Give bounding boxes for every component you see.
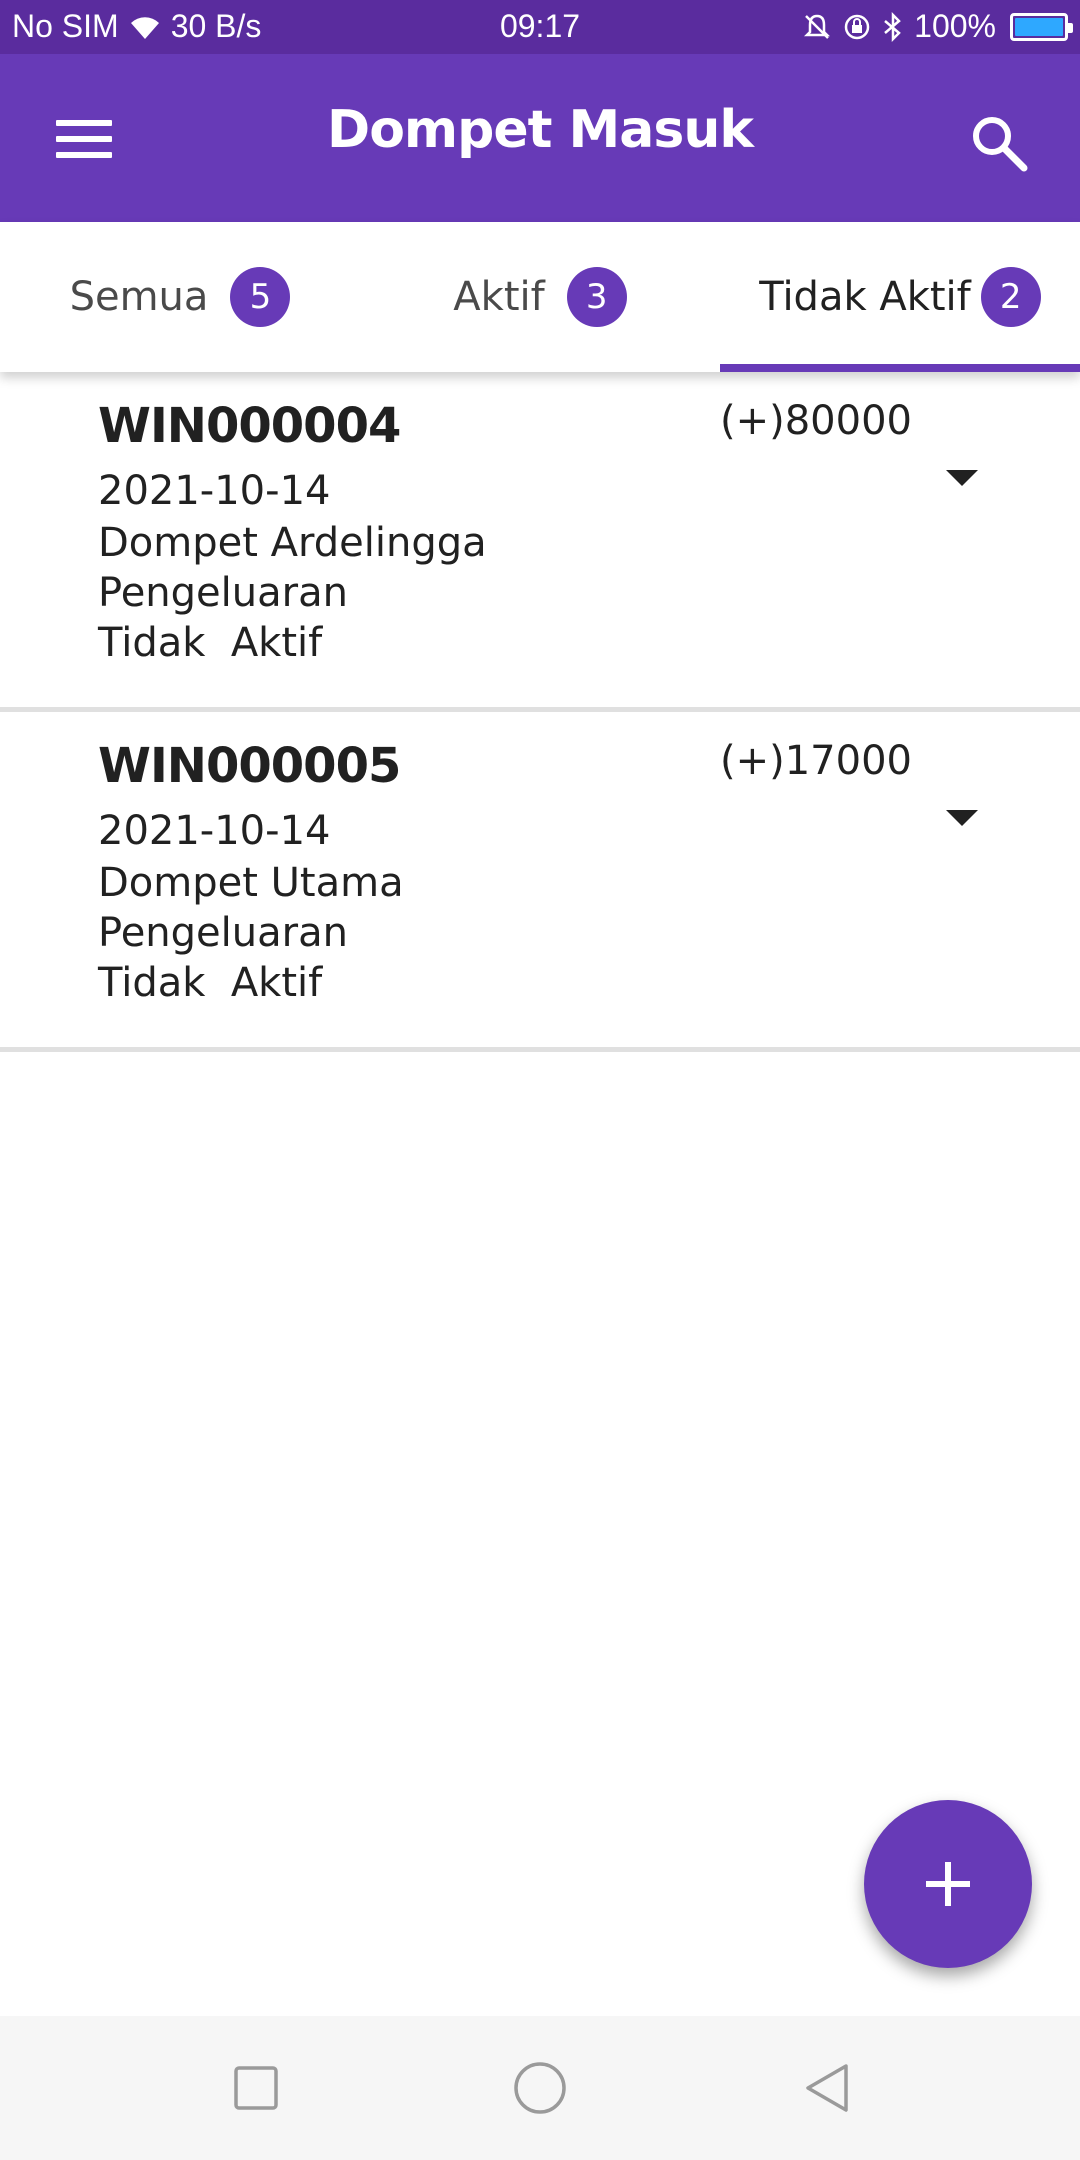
add-button[interactable]: [864, 1800, 1032, 1968]
battery-level: [1015, 17, 1063, 36]
search-icon: [973, 117, 1028, 172]
app-bar: Dompet Masuk: [0, 54, 1080, 222]
rotation-lock-icon: [844, 14, 870, 39]
home-icon: [514, 2062, 566, 2114]
tab-label: Semua: [69, 274, 209, 320]
item-type: Pengeluaran: [98, 570, 348, 616]
tab-tidak-aktif[interactable]: Tidak Aktif 2: [720, 222, 1080, 372]
tab-label: Tidak Aktif: [759, 274, 971, 320]
back-icon: [806, 2064, 848, 2112]
item-id: WIN000005: [98, 738, 401, 794]
active-tab-indicator: [720, 364, 1080, 372]
status-right: 100%: [802, 8, 1073, 45]
item-amount: (+)17000: [720, 738, 912, 784]
item-id: WIN000004: [98, 398, 401, 454]
item-wallet: Dompet Utama: [98, 860, 404, 906]
bluetooth-icon: [884, 11, 901, 42]
battery-icon: [1010, 12, 1073, 41]
expand-caret-icon[interactable]: [944, 808, 980, 828]
item-amount: (+)80000: [720, 398, 912, 444]
item-type: Pengeluaran: [98, 910, 348, 956]
recents-button[interactable]: [224, 2056, 288, 2120]
home-button[interactable]: [508, 2056, 572, 2120]
item-status: Tidak Aktif: [98, 960, 323, 1006]
tab-aktif[interactable]: Aktif 3: [360, 222, 720, 372]
wallet-list: WIN000004 2021-10-14 Dompet Ardelingga P…: [0, 372, 1080, 1052]
system-nav-bar: [0, 2016, 1080, 2160]
tab-semua[interactable]: Semua 5: [0, 222, 360, 372]
item-status: Tidak Aktif: [98, 620, 323, 666]
search-button[interactable]: [960, 104, 1040, 184]
battery-percent: 100%: [914, 8, 996, 44]
status-bar: No SIM 30 B/s 09:17 100%: [0, 0, 1080, 54]
tab-count-badge: 3: [566, 267, 627, 327]
tab-count-badge: 5: [230, 267, 291, 327]
list-item[interactable]: WIN000005 2021-10-14 Dompet Utama Pengel…: [0, 712, 1080, 1052]
page-title: Dompet Masuk: [327, 100, 754, 160]
expand-caret-icon[interactable]: [944, 468, 980, 488]
tab-label: Aktif: [453, 274, 545, 320]
tab-count-badge: 2: [980, 267, 1041, 327]
mute-bell-icon: [804, 14, 831, 39]
back-button[interactable]: [796, 2056, 860, 2120]
item-date: 2021-10-14: [98, 808, 331, 854]
list-item[interactable]: WIN000004 2021-10-14 Dompet Ardelingga P…: [0, 372, 1080, 712]
item-date: 2021-10-14: [98, 468, 331, 514]
item-wallet: Dompet Ardelingga: [98, 520, 487, 566]
recents-icon: [234, 2066, 278, 2110]
tab-bar: Semua 5 Aktif 3 Tidak Aktif 2: [0, 222, 1080, 372]
